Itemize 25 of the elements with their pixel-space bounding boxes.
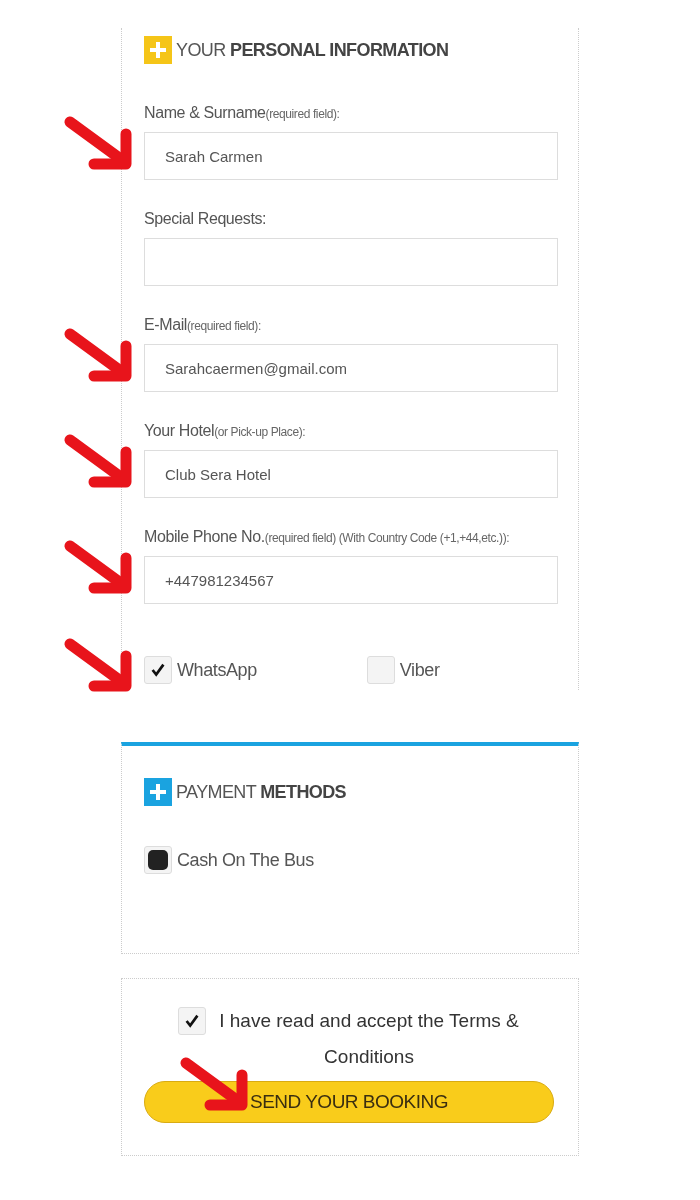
text-field[interactable]: +447981234567 [144,556,558,604]
checkbox-label: WhatsApp [177,659,257,681]
text-field[interactable] [144,238,558,286]
checkbox[interactable] [178,1007,206,1035]
terms-text: I have read and accept the Terms & Conditions [218,1009,520,1069]
section-title: PAYMENT METHODS [176,781,347,803]
send-booking-button[interactable]: SEND YOUR BOOKING [144,1081,554,1123]
check-icon [149,661,167,679]
field-label: Mobile Phone No.(required field) (With Country Code (+1,+44,etc.)): [144,528,511,546]
section-title: YOUR PERSONAL INFORMATION [176,39,449,61]
text-field[interactable]: Sarah Carmen [144,132,558,180]
field-label: Special Requests: [144,210,268,228]
checkbox-label: Viber [399,659,440,681]
plus-icon [144,778,172,806]
field-label: Name & Surname(required field): [144,104,341,122]
field-label: E-Mail(required field): [144,316,262,334]
field-label: Your Hotel(or Pick-up Place): [144,422,307,440]
text-field[interactable]: Sarahcaermen@gmail.com [144,344,558,392]
radio-option[interactable] [144,846,172,874]
plus-icon [144,36,172,64]
checkbox[interactable] [144,656,172,684]
check-icon [183,1012,201,1030]
text-field[interactable]: Club Sera Hotel [144,450,558,498]
checkbox[interactable] [366,656,395,684]
payment-option-label: Cash On The Bus [177,849,314,871]
